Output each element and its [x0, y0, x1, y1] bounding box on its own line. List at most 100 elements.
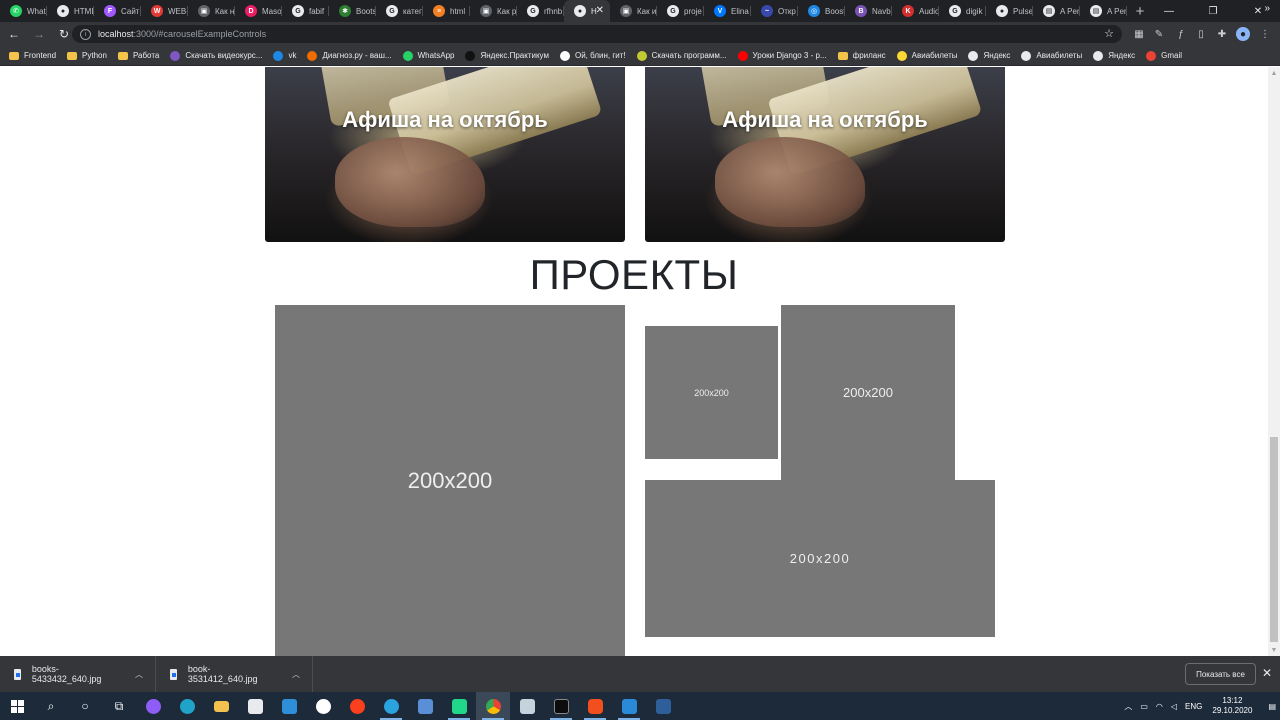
vertical-scrollbar[interactable]: ▲ ▼	[1268, 67, 1280, 656]
search-icon[interactable]: ⌕	[34, 692, 68, 720]
close-window-button[interactable]: ✕	[1236, 0, 1280, 22]
pycharm-icon[interactable]	[442, 692, 476, 720]
bookmark-link[interactable]: Диагноз.ру - ваш...	[307, 50, 392, 61]
bookmark-star-icon[interactable]: ☆	[1104, 27, 1114, 40]
yandex-icon[interactable]	[340, 692, 374, 720]
browser-tab[interactable]: V Elina	[704, 0, 751, 22]
bookmark-link[interactable]: Уроки Django 3 - р...	[737, 50, 827, 61]
browser-tab[interactable]: Gdigik	[939, 0, 986, 22]
bookmark-folder[interactable]: Python	[67, 51, 107, 60]
bookmark-link[interactable]: Яндекс.Практикум	[465, 50, 549, 61]
browser-tab[interactable]: ▣ Как р	[470, 0, 517, 22]
menu-kebab-icon[interactable]: ⋮	[1258, 27, 1272, 41]
bookmarks-overflow-icon[interactable]: »	[1264, 3, 1270, 14]
profile-avatar[interactable]: ●	[1236, 27, 1250, 41]
network-icon[interactable]: ▭	[1140, 702, 1148, 711]
browser-tab[interactable]: ▤ A Per	[1033, 0, 1080, 22]
minimize-button[interactable]: —	[1147, 0, 1191, 22]
show-all-downloads-button[interactable]: Показать все	[1185, 663, 1256, 685]
bookmark-link[interactable]: Яндекс	[968, 50, 1010, 61]
notepad-icon[interactable]	[510, 692, 544, 720]
bookmark-link[interactable]: Скачать видеокурс...	[170, 50, 262, 61]
telegram-icon[interactable]	[374, 692, 408, 720]
event-card[interactable]: Афиша на октябрь	[645, 67, 1005, 242]
pdf-extension-icon[interactable]: ▯	[1194, 27, 1208, 41]
browser-tab[interactable]: ▤ A Per	[1080, 0, 1127, 22]
figma-icon[interactable]	[578, 692, 612, 720]
scrollbar-thumb[interactable]	[1270, 437, 1278, 642]
event-card[interactable]: Афиша на октябрь	[265, 67, 625, 242]
language-indicator[interactable]: ENG	[1185, 702, 1202, 711]
terminal-icon[interactable]	[544, 692, 578, 720]
site-info-icon[interactable]: i	[80, 28, 91, 40]
extensions-puzzle-icon[interactable]: ✚	[1215, 27, 1229, 41]
download-item[interactable]: books-5433432_640.jpg ︿	[0, 656, 156, 692]
tab-favicon-icon: G	[667, 5, 679, 17]
tray-chevron-up-icon[interactable]: ︿	[1124, 701, 1132, 712]
chevron-up-icon[interactable]: ︿	[135, 669, 143, 680]
photoshop-icon[interactable]	[408, 692, 442, 720]
browser-tab[interactable]: B Navb	[845, 0, 892, 22]
extension-icon[interactable]: ▦	[1132, 27, 1146, 41]
browser-tab[interactable]: ~ Откр	[751, 0, 798, 22]
bookmark-folder[interactable]: Работа	[117, 51, 159, 60]
powershell-icon[interactable]	[646, 692, 680, 720]
forward-button[interactable]: →	[28, 23, 50, 45]
site-favicon-icon	[1093, 50, 1104, 61]
vscode-icon[interactable]	[612, 692, 646, 720]
edge-icon[interactable]	[170, 692, 204, 720]
chrome-icon[interactable]	[476, 692, 510, 720]
browser-tab[interactable]: ✆ What	[0, 0, 47, 22]
browser-tab[interactable]: Grfhnb	[517, 0, 564, 22]
volume-icon[interactable]: ◁	[1171, 702, 1177, 711]
alice-icon[interactable]	[136, 692, 170, 720]
pen-extension-icon[interactable]: ✎	[1152, 27, 1166, 41]
scroll-up-arrow[interactable]: ▲	[1268, 67, 1280, 79]
function-extension-icon[interactable]: ƒ	[1174, 27, 1188, 41]
bookmark-link[interactable]: vk	[273, 50, 296, 61]
back-button[interactable]: ←	[3, 23, 25, 45]
store-icon[interactable]	[238, 692, 272, 720]
browser-tab[interactable]: F Сайт	[94, 0, 141, 22]
bookmark-link[interactable]: Авиабилеты	[1021, 50, 1082, 61]
browser-tab[interactable]: ● Н ✕	[564, 0, 610, 22]
browser-tab[interactable]: ≡ html	[423, 0, 470, 22]
bookmark-link[interactable]: Скачать программ...	[636, 50, 727, 61]
download-item[interactable]: book-3531412_640.jpg ︿	[156, 656, 313, 692]
bookmark-folder[interactable]: Frontend	[9, 51, 56, 60]
bookmark-link[interactable]: Авиабилеты	[896, 50, 957, 61]
address-bar[interactable]: i localhost :3000/#carouselExampleContro…	[72, 25, 1122, 43]
restore-button[interactable]: ❐	[1191, 0, 1235, 22]
browser-tab[interactable]: Gproje	[657, 0, 704, 22]
browser-tab[interactable]: Gfabif	[282, 0, 329, 22]
tab-close-icon[interactable]: ✕	[596, 5, 604, 16]
browser-tab[interactable]: ● HTML	[47, 0, 94, 22]
wifi-icon[interactable]: ◠	[1156, 702, 1163, 711]
bookmark-link[interactable]: WhatsApp	[402, 50, 454, 61]
browser-tab[interactable]: ◎ Boost	[798, 0, 845, 22]
file-explorer-icon[interactable]	[204, 692, 238, 720]
bookmark-folder[interactable]: фриланс	[837, 51, 886, 60]
bookmark-link[interactable]: Яндекс	[1093, 50, 1135, 61]
bookmark-link[interactable]: Gmail	[1146, 50, 1182, 61]
close-shelf-icon[interactable]: ✕	[1262, 666, 1272, 680]
browser-tab[interactable]: ✱ Boots	[329, 0, 376, 22]
mail-icon[interactable]	[272, 692, 306, 720]
browser-tab[interactable]: ● Pulse	[986, 0, 1033, 22]
start-windows-icon[interactable]	[0, 692, 34, 720]
browser-tab[interactable]: W WEB-	[141, 0, 188, 22]
bookmark-link[interactable]: Ой, блин, гит!	[559, 50, 626, 61]
bookmarks-bar: Frontend Python Работа Скачать видеокурс...…	[0, 46, 1280, 66]
scroll-down-arrow[interactable]: ▼	[1268, 644, 1280, 656]
browser-tab[interactable]: D Maso	[235, 0, 282, 22]
notification-center-icon[interactable]: ▤	[1268, 702, 1276, 711]
yandex-browser-icon[interactable]	[306, 692, 340, 720]
browser-tab[interactable]: K Audio	[892, 0, 939, 22]
cortana-icon[interactable]: ○	[68, 692, 102, 720]
task-view-icon[interactable]: ⧉	[102, 692, 136, 720]
clock[interactable]: 13:12 29.10.2020	[1212, 696, 1252, 716]
browser-tab[interactable]: ▣ Как и	[610, 0, 657, 22]
browser-tab[interactable]: Gкатег	[376, 0, 423, 22]
browser-tab[interactable]: ▣ Как н	[188, 0, 235, 22]
chevron-up-icon[interactable]: ︿	[292, 669, 300, 680]
